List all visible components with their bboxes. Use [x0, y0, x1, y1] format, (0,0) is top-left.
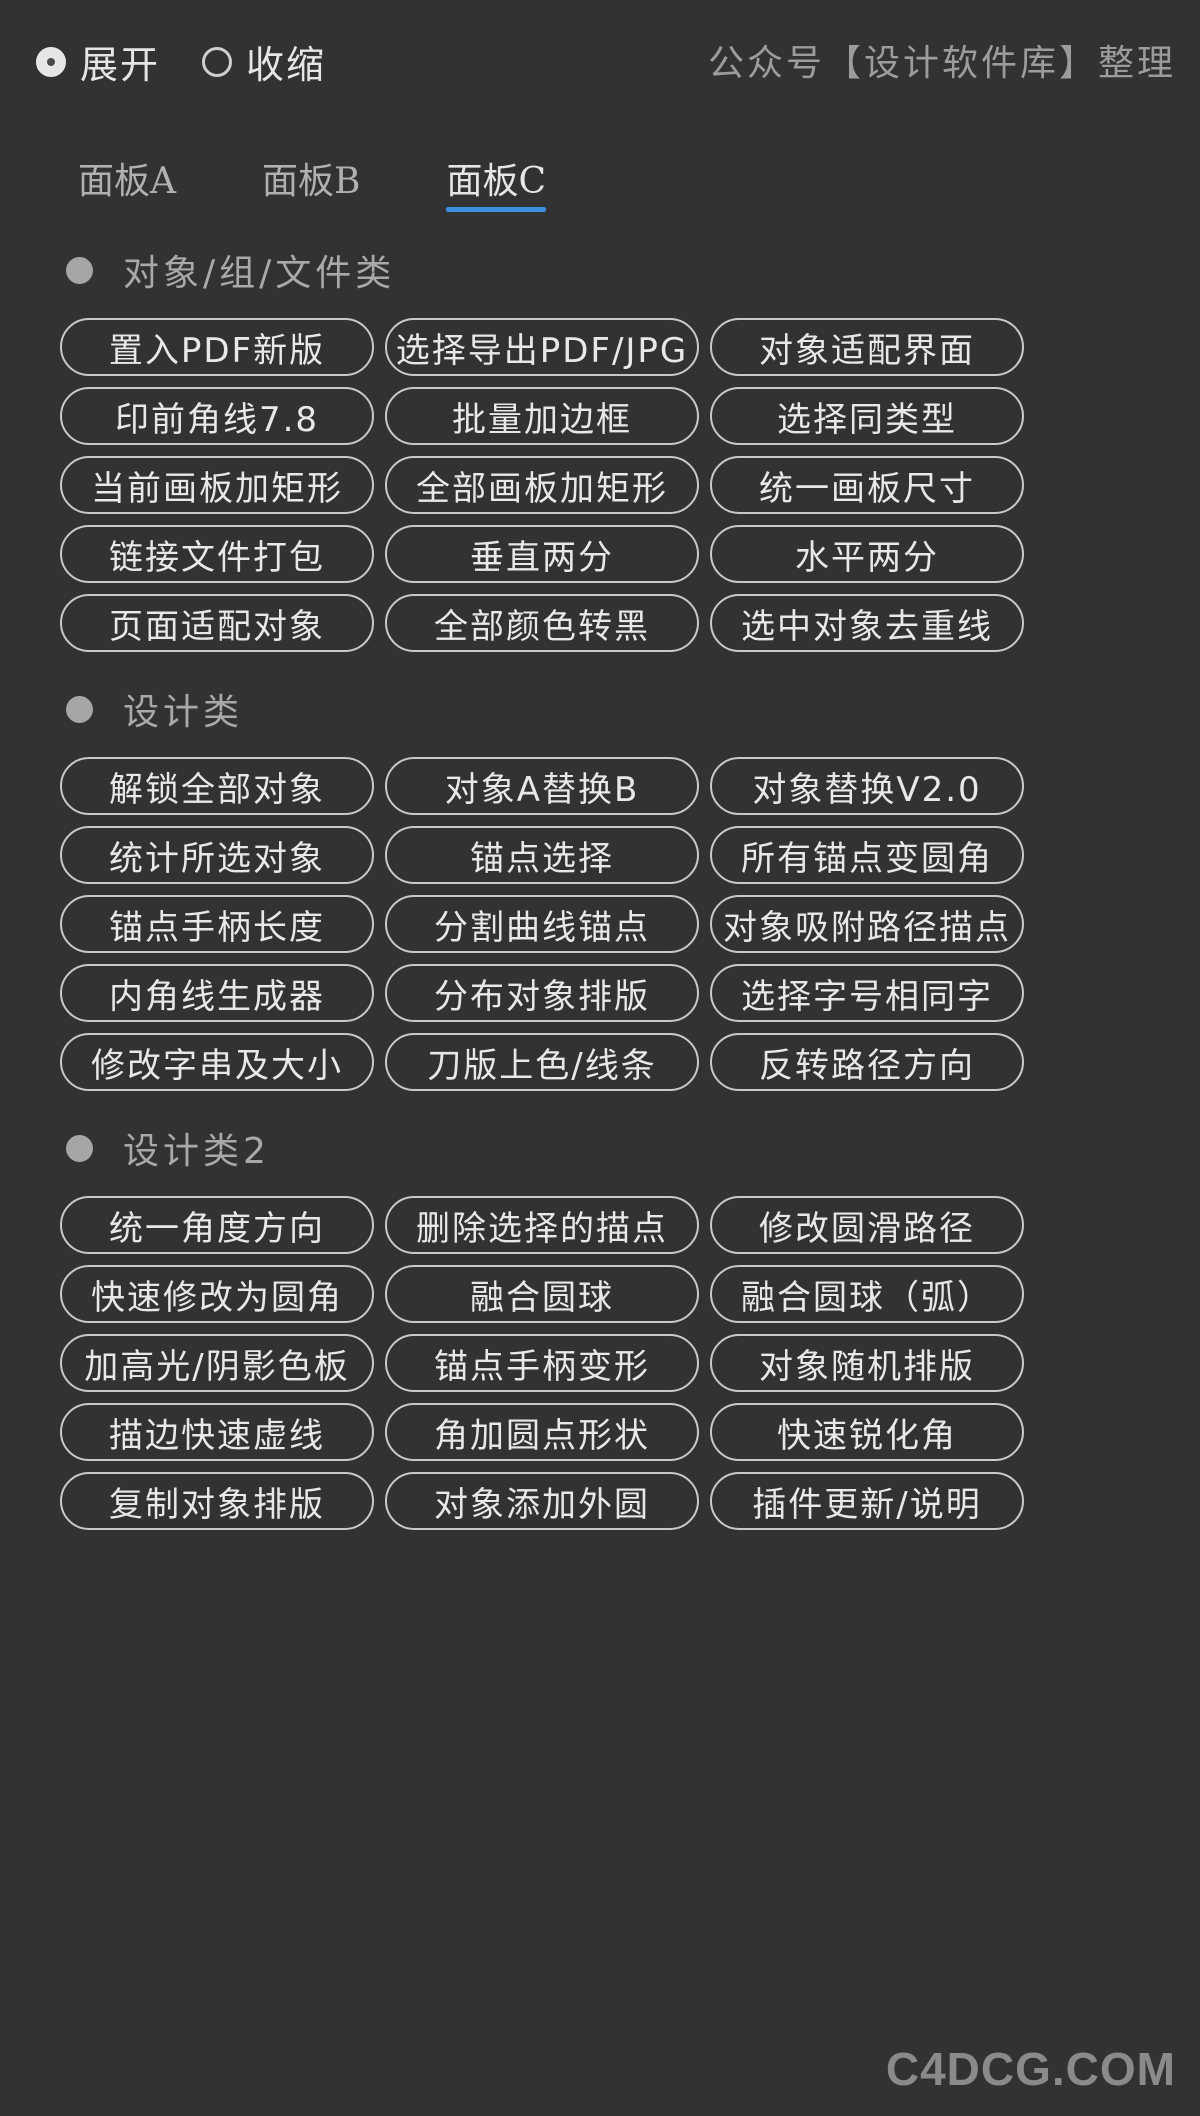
- credit-text: 公众号【设计软件库】整理: [707, 43, 1176, 84]
- section-header-design-2: 设计类2: [66, 1122, 270, 1174]
- tool-button[interactable]: 锚点手柄变形: [385, 1334, 699, 1392]
- section-header-design: 设计类: [66, 683, 243, 735]
- panel-tabs: 面板A 面板B 面板C: [78, 152, 632, 212]
- tool-button[interactable]: 对象替换V2.0: [710, 757, 1024, 815]
- tool-button[interactable]: 置入PDF新版: [60, 318, 374, 376]
- tool-button[interactable]: 分割曲线锚点: [385, 895, 699, 953]
- tool-button[interactable]: 选择导出PDF/JPG: [385, 318, 699, 376]
- tool-button[interactable]: 选中对象去重线: [710, 594, 1024, 652]
- section-title: 对象/组/文件类: [123, 253, 396, 294]
- tool-button[interactable]: 选择同类型: [710, 387, 1024, 445]
- tool-button[interactable]: 当前画板加矩形: [60, 456, 374, 514]
- tool-button[interactable]: 对象适配界面: [710, 318, 1024, 376]
- tool-button[interactable]: 所有锚点变圆角: [710, 826, 1024, 884]
- tab-panel-b[interactable]: 面板B: [262, 152, 360, 212]
- tool-button[interactable]: 修改圆滑路径: [710, 1196, 1024, 1254]
- top-bar: 展开 收缩 公众号【设计软件库】整理: [0, 0, 1200, 115]
- tool-button[interactable]: 统一画板尺寸: [710, 456, 1024, 514]
- tool-button[interactable]: 链接文件打包: [60, 525, 374, 583]
- tool-button[interactable]: 刀版上色/线条: [385, 1033, 699, 1091]
- radio-unchecked-icon: [202, 46, 232, 77]
- tool-button[interactable]: 分布对象排版: [385, 964, 699, 1022]
- bullet-icon: [66, 1134, 93, 1162]
- tool-button[interactable]: 插件更新/说明: [710, 1472, 1024, 1530]
- tool-button[interactable]: 批量加边框: [385, 387, 699, 445]
- section-title: 设计类2: [123, 1131, 270, 1172]
- collapse-radio-label: 收缩: [246, 43, 327, 87]
- section-header-object: 对象/组/文件类: [66, 244, 395, 296]
- radio-checked-icon: [36, 46, 66, 77]
- tool-button[interactable]: 描边快速虚线: [60, 1403, 374, 1461]
- tool-button[interactable]: 垂直两分: [385, 525, 699, 583]
- tool-button[interactable]: 对象A替换B: [385, 757, 699, 815]
- tool-button[interactable]: 对象随机排版: [710, 1334, 1024, 1392]
- tool-button[interactable]: 快速锐化角: [710, 1403, 1024, 1461]
- expand-radio-label: 展开: [80, 43, 161, 87]
- tool-button[interactable]: 复制对象排版: [60, 1472, 374, 1530]
- tool-button[interactable]: 融合圆球: [385, 1265, 699, 1323]
- tool-button[interactable]: 统一角度方向: [60, 1196, 374, 1254]
- tool-button[interactable]: 统计所选对象: [60, 826, 374, 884]
- button-grid-design-2: 统一角度方向 删除选择的描点 修改圆滑路径 快速修改为圆角 融合圆球 融合圆球（…: [60, 1196, 1024, 1530]
- tool-button[interactable]: 页面适配对象: [60, 594, 374, 652]
- bullet-icon: [66, 256, 93, 284]
- collapse-radio[interactable]: 收缩: [202, 34, 326, 89]
- tool-button[interactable]: 加高光/阴影色板: [60, 1334, 374, 1392]
- tool-button[interactable]: 对象添加外圆: [385, 1472, 699, 1530]
- tool-button[interactable]: 融合圆球（弧）: [710, 1265, 1024, 1323]
- tool-button[interactable]: 印前角线7.8: [60, 387, 374, 445]
- tool-button[interactable]: 水平两分: [710, 525, 1024, 583]
- tool-button[interactable]: 内角线生成器: [60, 964, 374, 1022]
- tab-panel-c[interactable]: 面板C: [446, 152, 546, 212]
- tool-button[interactable]: 删除选择的描点: [385, 1196, 699, 1254]
- button-grid-design: 解锁全部对象 对象A替换B 对象替换V2.0 统计所选对象 锚点选择 所有锚点变…: [60, 757, 1024, 1091]
- button-grid-object: 置入PDF新版 选择导出PDF/JPG 对象适配界面 印前角线7.8 批量加边框…: [60, 318, 1024, 652]
- tool-button[interactable]: 快速修改为圆角: [60, 1265, 374, 1323]
- tool-button[interactable]: 解锁全部对象: [60, 757, 374, 815]
- tool-button[interactable]: 反转路径方向: [710, 1033, 1024, 1091]
- tool-button[interactable]: 对象吸附路径描点: [710, 895, 1024, 953]
- watermark: C4DCG.COM: [885, 2043, 1176, 2095]
- tool-button[interactable]: 角加圆点形状: [385, 1403, 699, 1461]
- tool-button[interactable]: 锚点手柄长度: [60, 895, 374, 953]
- tool-button[interactable]: 选择字号相同字: [710, 964, 1024, 1022]
- tab-panel-a[interactable]: 面板A: [78, 152, 176, 212]
- tool-button[interactable]: 锚点选择: [385, 826, 699, 884]
- tool-button[interactable]: 全部颜色转黑: [385, 594, 699, 652]
- expand-radio[interactable]: 展开: [36, 34, 160, 89]
- section-title: 设计类: [123, 692, 244, 733]
- tool-button[interactable]: 修改字串及大小: [60, 1033, 374, 1091]
- bullet-icon: [66, 695, 93, 723]
- tool-button[interactable]: 全部画板加矩形: [385, 456, 699, 514]
